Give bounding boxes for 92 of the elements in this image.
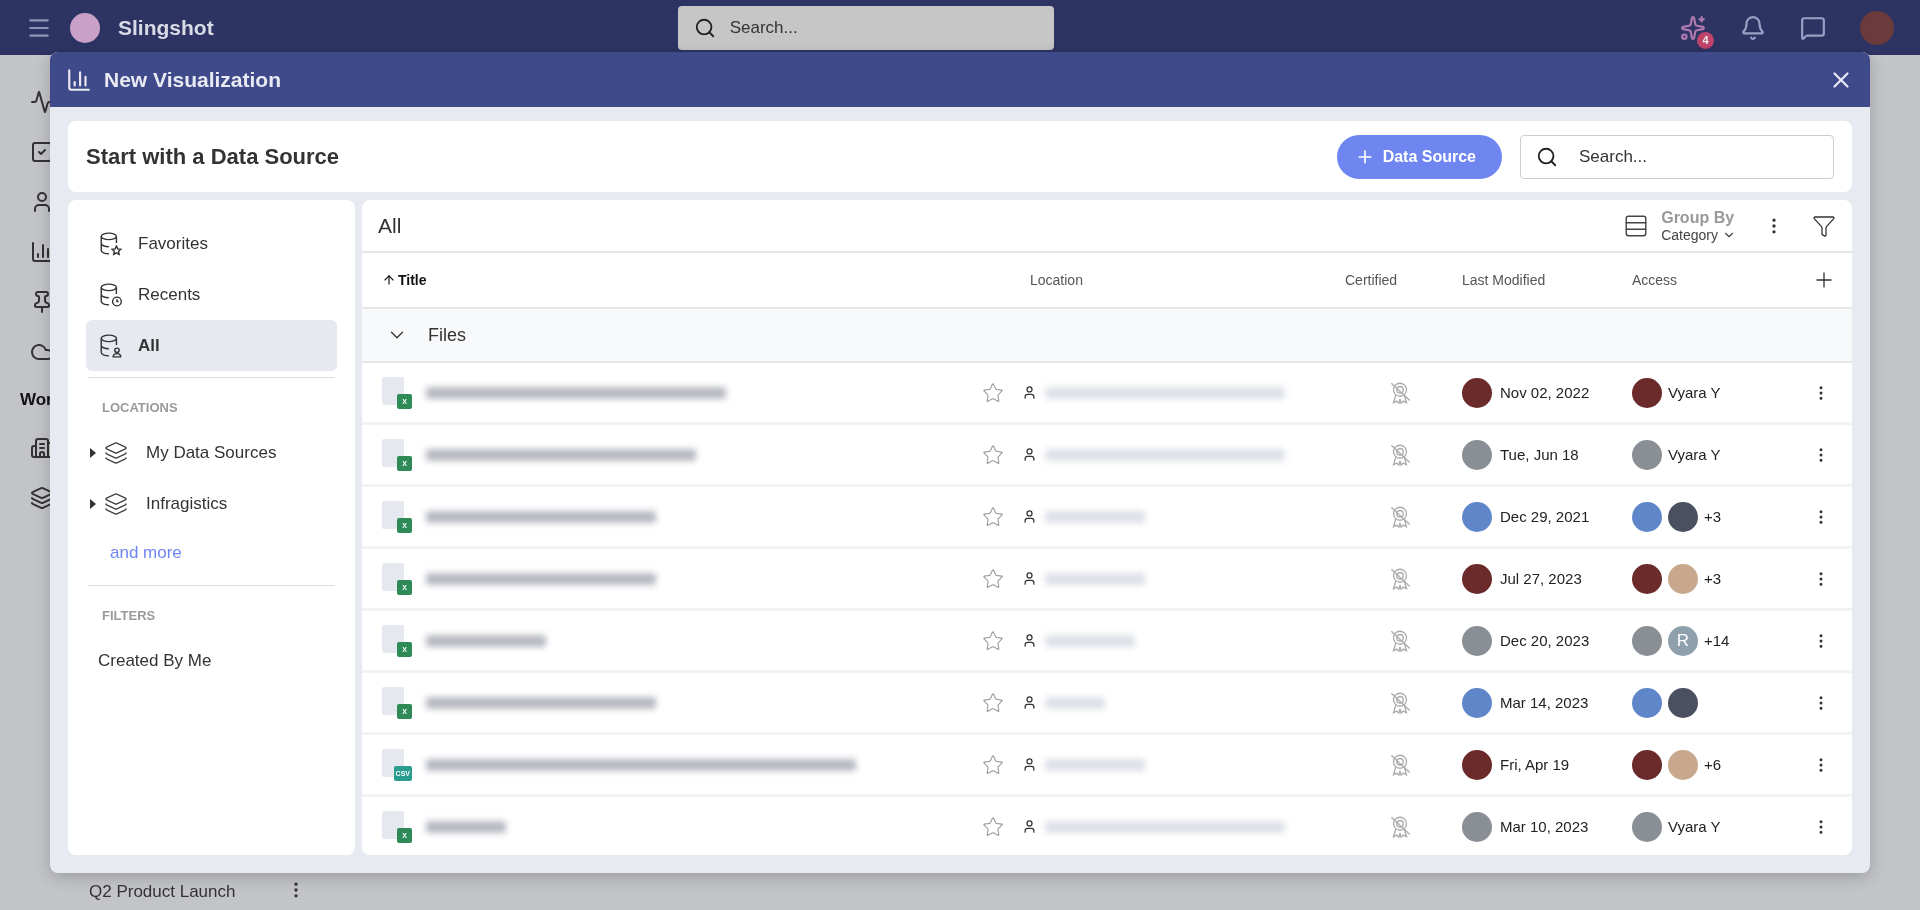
access-label: +6 xyxy=(1704,756,1722,773)
database-all-icon xyxy=(98,332,124,359)
modified-date: Dec 29, 2021 xyxy=(1500,508,1590,525)
avatar-placeholder xyxy=(1632,811,1662,842)
search-icon xyxy=(693,16,716,39)
panel-title: All xyxy=(378,213,402,238)
group-row[interactable]: Files xyxy=(362,309,1852,363)
modified-date: Fri, Apr 19 xyxy=(1500,756,1570,773)
location-item[interactable]: My Data Sources xyxy=(86,427,337,478)
search-field[interactable]: Search... xyxy=(677,5,1054,50)
avatar-placeholder xyxy=(1632,377,1662,408)
modified-date: Nov 02, 2022 xyxy=(1500,384,1590,401)
favorite-star-icon[interactable] xyxy=(982,815,1004,838)
avatar-placeholder xyxy=(1632,625,1662,656)
avatar-placeholder xyxy=(1462,377,1492,408)
modified-date: Mar 10, 2023 xyxy=(1500,818,1589,835)
search-icon xyxy=(1536,145,1558,168)
user-icon xyxy=(1022,819,1037,834)
avatar-placeholder xyxy=(1462,563,1492,594)
avatar-placeholder xyxy=(1462,687,1492,718)
user-icon xyxy=(1022,509,1037,524)
dialog-title: New Visualization xyxy=(104,67,281,92)
favorite-star-icon[interactable] xyxy=(982,691,1004,714)
dashboard-item[interactable]: Q2 Product Launch xyxy=(89,882,236,902)
app-name: Slingshot xyxy=(118,15,214,40)
column-header[interactable]: Title xyxy=(382,272,982,288)
access-label: Vyara Y xyxy=(1668,384,1721,401)
column-header[interactable]: Certified xyxy=(1337,272,1462,288)
avatar-placeholder xyxy=(1632,749,1662,780)
dialog-heading: Start with a Data Source xyxy=(86,143,340,170)
favorite-star-icon[interactable] xyxy=(982,567,1004,590)
avatar-placeholder xyxy=(1462,439,1492,470)
section-label: Wor xyxy=(20,390,53,410)
user-icon xyxy=(1022,447,1037,462)
database-favorites-icon xyxy=(98,230,124,257)
user-icon xyxy=(1022,695,1037,710)
chart-icon xyxy=(66,66,92,93)
initial-avatar: R xyxy=(1668,625,1698,656)
user-icon xyxy=(1022,385,1037,400)
sidebar-item[interactable]: Favorites xyxy=(86,218,337,269)
avatar-placeholder xyxy=(1668,687,1698,718)
sidebar-item[interactable]: Recents xyxy=(86,269,337,320)
sidebar-item[interactable]: All xyxy=(86,320,337,371)
avatar-placeholder xyxy=(1668,563,1698,594)
access-label: Vyara Y xyxy=(1668,446,1721,463)
group-label: Files xyxy=(428,324,466,346)
avatar-placeholder xyxy=(1462,811,1492,842)
blurred-location xyxy=(1045,696,1105,709)
messages-icon[interactable] xyxy=(1800,14,1826,41)
section-heading: LOCATIONS xyxy=(101,399,179,417)
modified-date: Jul 27, 2023 xyxy=(1500,570,1582,587)
access-label: +14 xyxy=(1704,632,1730,649)
section-heading: FILTERS xyxy=(101,607,157,625)
access-label: +3 xyxy=(1704,508,1722,525)
favorite-star-icon[interactable] xyxy=(982,505,1004,528)
avatar-placeholder xyxy=(1668,501,1698,532)
access-label: +3 xyxy=(1704,570,1722,587)
avatar-placeholder xyxy=(1462,501,1492,532)
logo-icon xyxy=(70,12,100,43)
column-header[interactable]: Location xyxy=(1022,272,1337,288)
favorite-star-icon[interactable] xyxy=(982,753,1004,776)
favorite-star-icon[interactable] xyxy=(982,443,1004,466)
filter-icon[interactable] xyxy=(1812,213,1836,238)
user-icon xyxy=(1022,633,1037,648)
avatar-placeholder xyxy=(1668,749,1698,780)
favorite-star-icon[interactable] xyxy=(982,381,1004,404)
expand-caret-icon[interactable] xyxy=(90,498,96,509)
location-item[interactable]: Infragistics xyxy=(86,478,337,529)
access-label: Vyara Y xyxy=(1668,818,1721,835)
notifications-icon[interactable] xyxy=(1740,14,1766,41)
modified-date: Mar 14, 2023 xyxy=(1500,694,1589,711)
column-header[interactable]: Last Modified xyxy=(1462,272,1632,288)
layers-icon xyxy=(104,491,128,516)
avatar-placeholder xyxy=(1632,687,1662,718)
search-field[interactable]: Search... xyxy=(1520,134,1834,179)
column-header[interactable]: Access xyxy=(1632,272,1802,288)
user-icon xyxy=(1022,571,1037,586)
avatar-placeholder xyxy=(1632,563,1662,594)
database-recents-icon xyxy=(98,281,124,308)
user-icon xyxy=(1022,757,1037,772)
avatar-placeholder xyxy=(1632,501,1662,532)
modified-date: Dec 20, 2023 xyxy=(1500,632,1590,649)
expand-caret-icon[interactable] xyxy=(90,447,96,458)
favorite-star-icon[interactable] xyxy=(982,629,1004,652)
notification-badge: 4 xyxy=(1697,31,1714,49)
group-by-control[interactable]: Group By Category xyxy=(1623,208,1736,243)
avatar-placeholder xyxy=(1632,439,1662,470)
avatar-placeholder xyxy=(1462,749,1492,780)
avatar-placeholder xyxy=(1462,625,1492,656)
filter-item[interactable]: Created By Me xyxy=(86,635,337,686)
layers-icon xyxy=(104,440,128,465)
modified-date: Tue, Jun 18 xyxy=(1500,446,1579,463)
